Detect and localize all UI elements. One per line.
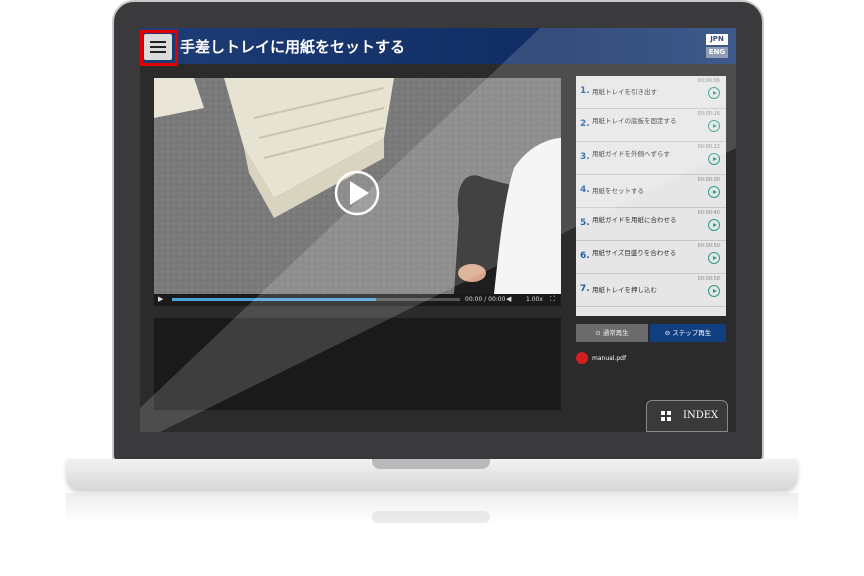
list-item[interactable]: 1. 用紙トレイを引き出す 00:00:06 [576,76,726,109]
step-time: 00:00:06 [697,78,720,84]
step-number: 1. [580,86,590,96]
fullscreen-icon[interactable]: ⛶ [550,295,555,304]
list-item[interactable]: 2. 用紙トレイの底板を固定する 00:00:16 [576,109,726,142]
video-player[interactable] [154,78,561,294]
step-number: 2. [580,119,590,129]
normal-play-button[interactable]: ⊙ 通常再生 [576,324,648,342]
lang-eng-button[interactable]: ENG [706,47,728,58]
step-time: 00:00:30 [697,177,720,183]
video-frame [154,78,561,294]
step-label: 用紙トレイを引き出す [592,88,657,96]
progress-fill [172,298,377,301]
laptop-screen: 手差しトレイに用紙をセットする JPN ENG ▶ 00:00 / 00:00 … [140,28,736,432]
progress-bar[interactable] [172,298,460,301]
step-time: 00:00:16 [697,111,720,117]
list-item[interactable]: 6. 用紙サイズ目盛りを合わせる 00:00:50 [576,241,726,274]
caption-panel [154,318,561,410]
laptop-reflection-notch [372,511,490,523]
menu-highlight-box [140,30,178,66]
step-time: 00:00:50 [697,243,720,249]
step-label: 用紙トレイを押し込む [592,286,657,294]
step-time: 00:00:22 [697,144,720,150]
list-item[interactable]: 4. 用紙をセットする 00:00:30 [576,175,726,208]
step-number: 3. [580,152,590,162]
step-list: 1. 用紙トレイを引き出す 00:00:06 2. 用紙トレイの底板を固定する … [576,76,726,316]
play-icon[interactable] [708,252,720,264]
step-number: 6. [580,251,590,261]
play-icon[interactable] [708,285,720,297]
video-controls: ▶ 00:00 / 00:00 ◀ 1.00x ⛶ [154,294,561,306]
play-circle-icon: ⊙ [595,329,603,337]
index-label: INDEX [683,410,719,421]
list-item[interactable]: 3. 用紙ガイドを外側へずらす 00:00:22 [576,142,726,175]
play-icon[interactable] [708,219,720,231]
step-play-label: ステップ再生 [672,329,712,337]
step-label: 用紙ガイドを外側へずらす [592,150,670,158]
play-icon[interactable] [708,120,720,132]
step-time: 00:00:40 [697,210,720,216]
index-button[interactable]: INDEX [646,400,728,432]
play-icon[interactable] [708,153,720,165]
play-icon[interactable] [708,87,720,99]
step-label: 用紙をセットする [592,187,644,195]
laptop-base-notch [372,459,490,469]
pdf-icon[interactable] [576,352,588,364]
speed-display[interactable]: 1.00x [526,296,543,303]
step-play-button[interactable]: ⊖ ステップ再生 [650,324,726,342]
list-item[interactable]: 7. 用紙トレイを押し込む 00:00:58 [576,274,726,307]
volume-icon[interactable]: ◀ [506,295,511,303]
grid-icon [661,411,671,421]
normal-play-label: 通常再生 [602,329,629,337]
step-label: 用紙ガイドを用紙に合わせる [592,216,677,224]
play-icon[interactable] [708,186,720,198]
lang-jpn-button[interactable]: JPN [706,34,728,45]
step-label: 用紙トレイの底板を固定する [592,117,677,125]
pdf-link[interactable]: manual.pdf [592,355,626,362]
step-number: 7. [580,284,590,294]
list-item[interactable]: 5. 用紙ガイドを用紙に合わせる 00:00:40 [576,208,726,241]
step-time: 00:00:58 [697,276,720,282]
step-number: 5. [580,218,590,228]
page-title: 手差しトレイに用紙をセットする [180,38,406,56]
step-label: 用紙サイズ目盛りを合わせる [592,249,677,257]
play-pause-icon[interactable]: ▶ [158,295,163,303]
step-number: 4. [580,185,590,195]
time-display: 00:00 / 00:00 [465,296,506,303]
